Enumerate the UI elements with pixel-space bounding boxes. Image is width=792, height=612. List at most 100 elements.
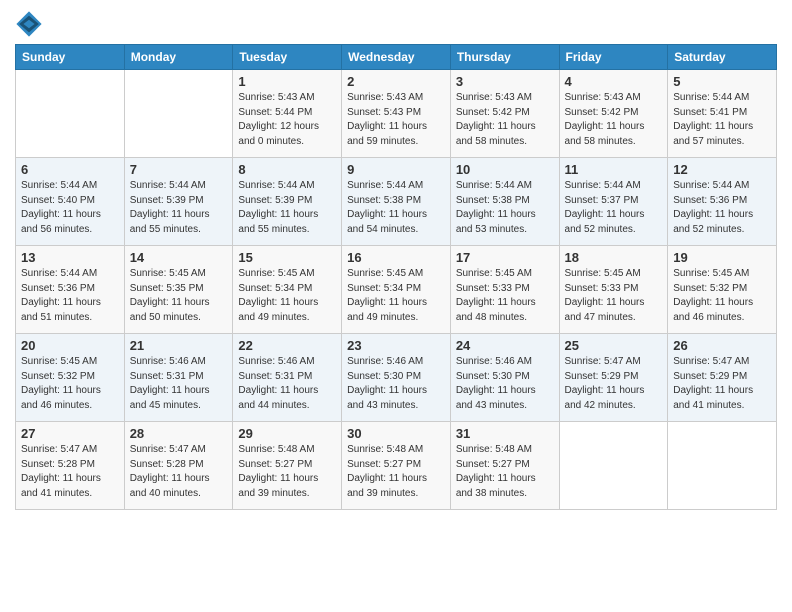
calendar-cell: 20 Sunrise: 5:45 AM Sunset: 5:32 PM Dayli… <box>16 334 125 422</box>
week-row-1: 6Sunrise: 5:44 AM Sunset: 5:40 PM Daylig… <box>16 158 777 246</box>
calendar-cell: 17Sunrise: 5:45 AM Sunset: 5:33 PM Dayli… <box>450 246 559 334</box>
week-row-2: 13 Sunrise: 5:44 AM Sunset: 5:36 PM Dayli… <box>16 246 777 334</box>
day-info: Sunrise: 5:44 AM Sunset: 5:37 PM Dayligh… <box>565 179 663 237</box>
header-day-sunday: Sunday <box>16 45 125 70</box>
day-info: Sunrise: 5:44 AM Sunset: 5:39 PM Dayligh… <box>238 179 336 237</box>
day-number: 10 <box>456 162 554 177</box>
calendar-cell: 2Sunrise: 5:43 AM Sunset: 5:43 PM Daylig… <box>342 70 451 158</box>
calendar-cell: 8 Sunrise: 5:44 AM Sunset: 5:39 PM Daylig… <box>233 158 342 246</box>
day-info: Sunrise: 5:45 AM Sunset: 5:34 PM Dayligh… <box>347 267 445 325</box>
day-number: 1 <box>238 74 336 89</box>
day-info: Sunrise: 5:44 AM Sunset: 5:41 PM Dayligh… <box>673 91 771 149</box>
day-info: Sunrise: 5:48 AM Sunset: 5:27 PM Dayligh… <box>456 443 554 501</box>
day-info: Sunrise: 5:46 AM Sunset: 5:31 PM Dayligh… <box>238 355 336 413</box>
day-info: Sunrise: 5:45 AM Sunset: 5:34 PM Dayligh… <box>238 267 336 325</box>
calendar-cell: 27 Sunrise: 5:47 AM Sunset: 5:28 PM Dayli… <box>16 422 125 510</box>
day-info: Sunrise: 5:44 AM Sunset: 5:38 PM Dayligh… <box>456 179 554 237</box>
calendar-cell: 11 Sunrise: 5:44 AM Sunset: 5:37 PM Dayli… <box>559 158 668 246</box>
calendar-cell: 14 Sunrise: 5:45 AM Sunset: 5:35 PM Dayli… <box>124 246 233 334</box>
day-number: 15 <box>238 250 336 265</box>
calendar-cell: 4 Sunrise: 5:43 AM Sunset: 5:42 PM Daylig… <box>559 70 668 158</box>
day-number: 14 <box>130 250 228 265</box>
day-number: 31 <box>456 426 554 441</box>
calendar-cell: 6Sunrise: 5:44 AM Sunset: 5:40 PM Daylig… <box>16 158 125 246</box>
calendar-cell: 12 Sunrise: 5:44 AM Sunset: 5:36 PM Dayli… <box>668 158 777 246</box>
calendar-cell: 1Sunrise: 5:43 AM Sunset: 5:44 PM Daylig… <box>233 70 342 158</box>
calendar-cell: 22Sunrise: 5:46 AM Sunset: 5:31 PM Dayli… <box>233 334 342 422</box>
day-info: Sunrise: 5:48 AM Sunset: 5:27 PM Dayligh… <box>238 443 336 501</box>
header <box>15 10 777 38</box>
calendar-cell: 25 Sunrise: 5:47 AM Sunset: 5:29 PM Dayli… <box>559 334 668 422</box>
week-row-3: 20 Sunrise: 5:45 AM Sunset: 5:32 PM Dayli… <box>16 334 777 422</box>
day-info: Sunrise: 5:46 AM Sunset: 5:31 PM Dayligh… <box>130 355 228 413</box>
day-number: 23 <box>347 338 445 353</box>
day-number: 6 <box>21 162 119 177</box>
day-info: Sunrise: 5:45 AM Sunset: 5:32 PM Dayligh… <box>673 267 771 325</box>
day-number: 26 <box>673 338 771 353</box>
header-day-tuesday: Tuesday <box>233 45 342 70</box>
calendar-cell: 23 Sunrise: 5:46 AM Sunset: 5:30 PM Dayli… <box>342 334 451 422</box>
calendar-cell: 26 Sunrise: 5:47 AM Sunset: 5:29 PM Dayli… <box>668 334 777 422</box>
day-info: Sunrise: 5:47 AM Sunset: 5:28 PM Dayligh… <box>21 443 119 501</box>
day-info: Sunrise: 5:45 AM Sunset: 5:35 PM Dayligh… <box>130 267 228 325</box>
day-number: 25 <box>565 338 663 353</box>
day-number: 8 <box>238 162 336 177</box>
day-number: 30 <box>347 426 445 441</box>
calendar-cell <box>559 422 668 510</box>
calendar-cell: 24 Sunrise: 5:46 AM Sunset: 5:30 PM Dayli… <box>450 334 559 422</box>
calendar-container: SundayMondayTuesdayWednesdayThursdayFrid… <box>0 0 792 525</box>
day-number: 24 <box>456 338 554 353</box>
calendar-cell: 18 Sunrise: 5:45 AM Sunset: 5:33 PM Dayli… <box>559 246 668 334</box>
day-info: Sunrise: 5:45 AM Sunset: 5:32 PM Dayligh… <box>21 355 119 413</box>
calendar-cell: 15 Sunrise: 5:45 AM Sunset: 5:34 PM Dayli… <box>233 246 342 334</box>
day-info: Sunrise: 5:44 AM Sunset: 5:38 PM Dayligh… <box>347 179 445 237</box>
day-number: 20 <box>21 338 119 353</box>
calendar-header-row: SundayMondayTuesdayWednesdayThursdayFrid… <box>16 45 777 70</box>
day-number: 12 <box>673 162 771 177</box>
day-number: 16 <box>347 250 445 265</box>
week-row-0: 1Sunrise: 5:43 AM Sunset: 5:44 PM Daylig… <box>16 70 777 158</box>
calendar-cell: 28 Sunrise: 5:47 AM Sunset: 5:28 PM Dayli… <box>124 422 233 510</box>
calendar-cell: 7Sunrise: 5:44 AM Sunset: 5:39 PM Daylig… <box>124 158 233 246</box>
calendar-cell: 10 Sunrise: 5:44 AM Sunset: 5:38 PM Dayli… <box>450 158 559 246</box>
header-day-monday: Monday <box>124 45 233 70</box>
day-info: Sunrise: 5:46 AM Sunset: 5:30 PM Dayligh… <box>347 355 445 413</box>
day-info: Sunrise: 5:47 AM Sunset: 5:29 PM Dayligh… <box>565 355 663 413</box>
day-number: 29 <box>238 426 336 441</box>
calendar-cell: 5 Sunrise: 5:44 AM Sunset: 5:41 PM Daylig… <box>668 70 777 158</box>
day-info: Sunrise: 5:46 AM Sunset: 5:30 PM Dayligh… <box>456 355 554 413</box>
day-number: 21 <box>130 338 228 353</box>
day-info: Sunrise: 5:48 AM Sunset: 5:27 PM Dayligh… <box>347 443 445 501</box>
header-day-friday: Friday <box>559 45 668 70</box>
day-number: 28 <box>130 426 228 441</box>
day-number: 11 <box>565 162 663 177</box>
day-number: 2 <box>347 74 445 89</box>
day-info: Sunrise: 5:47 AM Sunset: 5:28 PM Dayligh… <box>130 443 228 501</box>
day-info: Sunrise: 5:43 AM Sunset: 5:42 PM Dayligh… <box>565 91 663 149</box>
day-number: 9 <box>347 162 445 177</box>
day-number: 3 <box>456 74 554 89</box>
calendar-cell <box>124 70 233 158</box>
day-number: 4 <box>565 74 663 89</box>
day-number: 18 <box>565 250 663 265</box>
calendar-cell: 21 Sunrise: 5:46 AM Sunset: 5:31 PM Dayli… <box>124 334 233 422</box>
day-info: Sunrise: 5:45 AM Sunset: 5:33 PM Dayligh… <box>565 267 663 325</box>
day-number: 17 <box>456 250 554 265</box>
day-info: Sunrise: 5:47 AM Sunset: 5:29 PM Dayligh… <box>673 355 771 413</box>
calendar-cell: 31 Sunrise: 5:48 AM Sunset: 5:27 PM Dayli… <box>450 422 559 510</box>
calendar-cell: 30 Sunrise: 5:48 AM Sunset: 5:27 PM Dayli… <box>342 422 451 510</box>
day-number: 7 <box>130 162 228 177</box>
calendar-table: SundayMondayTuesdayWednesdayThursdayFrid… <box>15 44 777 510</box>
calendar-cell <box>16 70 125 158</box>
day-info: Sunrise: 5:44 AM Sunset: 5:36 PM Dayligh… <box>21 267 119 325</box>
week-row-4: 27 Sunrise: 5:47 AM Sunset: 5:28 PM Dayli… <box>16 422 777 510</box>
day-number: 27 <box>21 426 119 441</box>
calendar-cell: 19Sunrise: 5:45 AM Sunset: 5:32 PM Dayli… <box>668 246 777 334</box>
day-info: Sunrise: 5:44 AM Sunset: 5:36 PM Dayligh… <box>673 179 771 237</box>
logo-icon <box>15 10 43 38</box>
day-number: 5 <box>673 74 771 89</box>
day-number: 13 <box>21 250 119 265</box>
header-day-thursday: Thursday <box>450 45 559 70</box>
day-info: Sunrise: 5:43 AM Sunset: 5:42 PM Dayligh… <box>456 91 554 149</box>
calendar-cell: 13 Sunrise: 5:44 AM Sunset: 5:36 PM Dayli… <box>16 246 125 334</box>
